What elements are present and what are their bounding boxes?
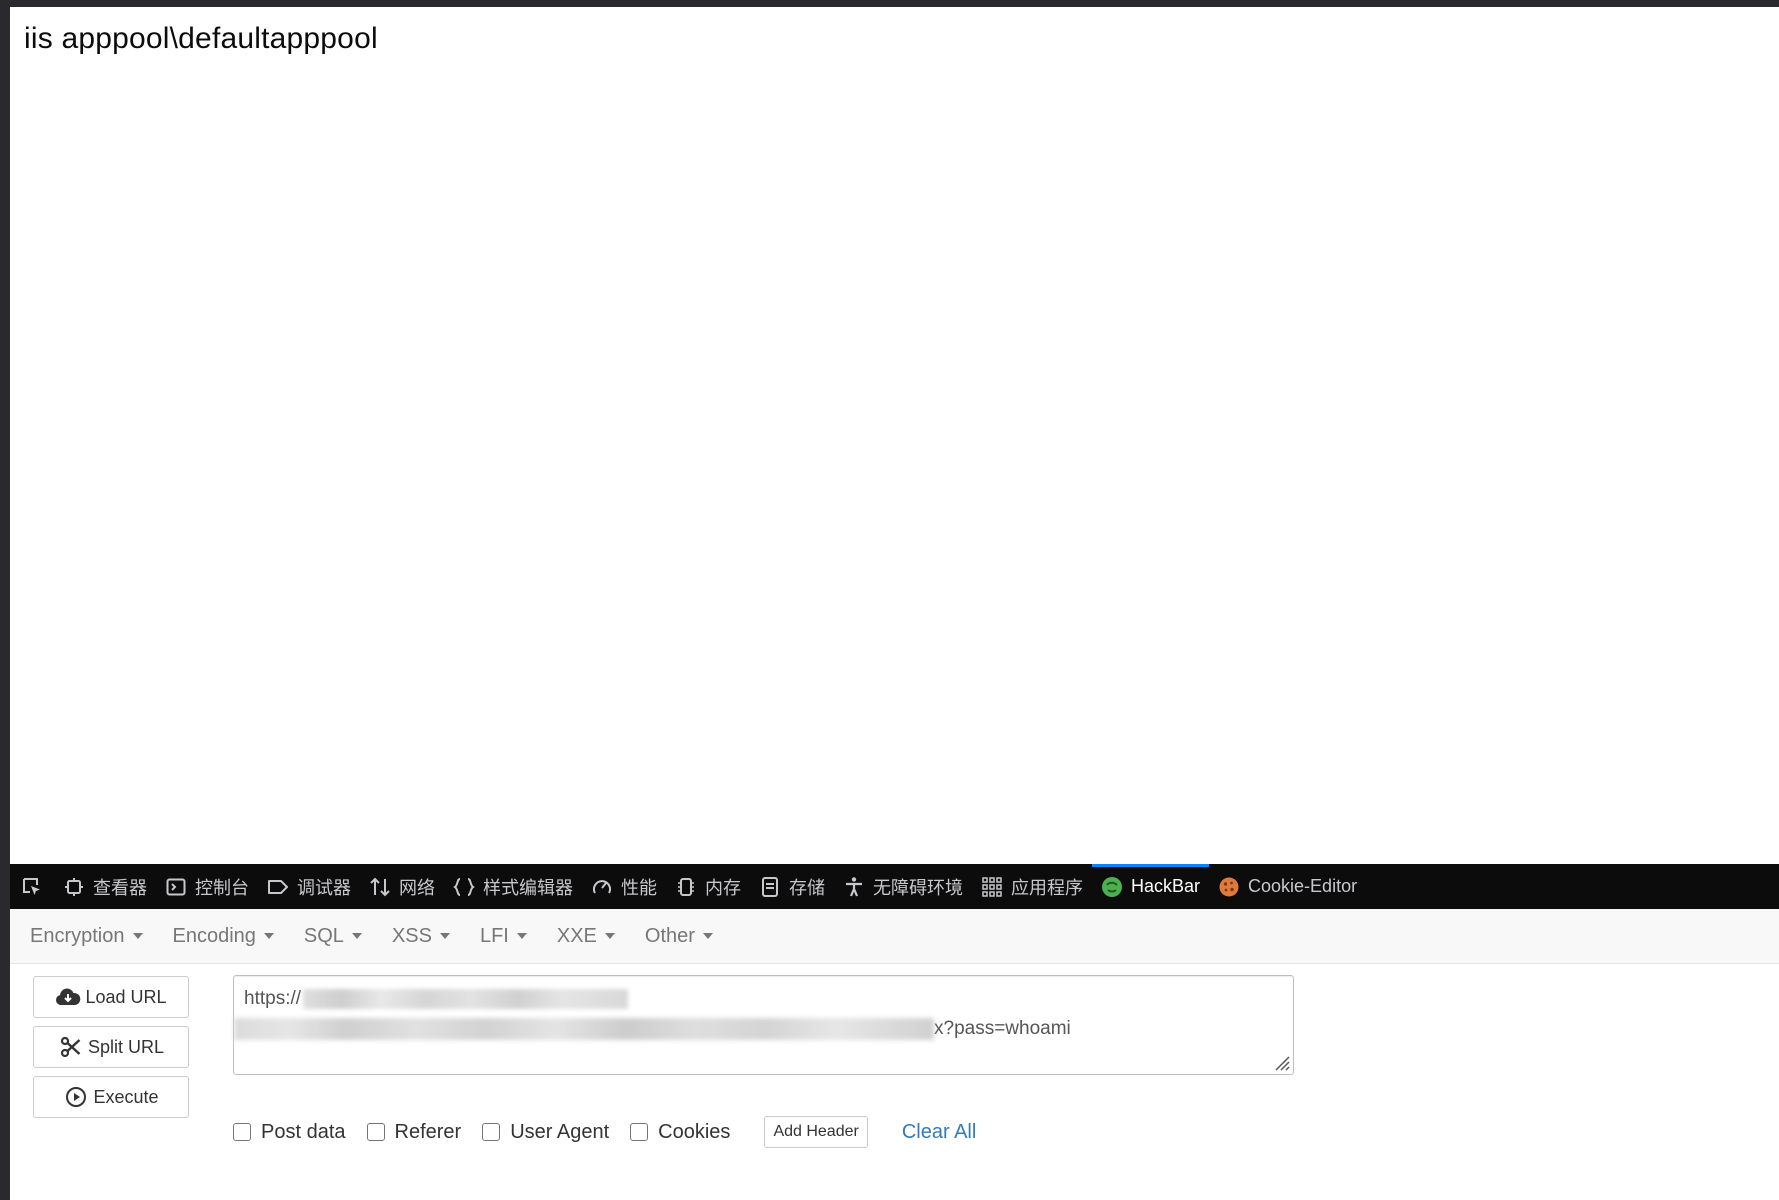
cookie-icon [1218, 876, 1240, 898]
tab-label: 查看器 [93, 877, 147, 898]
tab-hackbar[interactable]: HackBar [1092, 864, 1210, 909]
tab-label: 性能 [621, 877, 657, 898]
tab-label: Cookie-Editor [1248, 876, 1358, 896]
caret-down-icon [439, 933, 450, 939]
element-picker-icon [23, 877, 40, 895]
cloud-download-icon [55, 986, 81, 1008]
referer-checkbox[interactable]: Referer [366, 1121, 461, 1144]
checkbox-box[interactable] [630, 1123, 649, 1141]
window-top-border [0, 0, 1779, 7]
menu-lfi[interactable]: LFI [480, 925, 527, 948]
redacted-url-segment [234, 1018, 934, 1040]
devtools-toolbar: 查看器 控制台 调试器 网络 样式编辑器 性能 内存 存储 无障碍环境 应用程序… [10, 864, 1779, 909]
performance-icon [591, 876, 613, 898]
resize-grip-icon[interactable] [1272, 1053, 1290, 1071]
hackbar-action-buttons: Load URL Split URL Execute [33, 976, 189, 1126]
menu-xss[interactable]: XSS [392, 925, 450, 948]
application-icon [981, 876, 1003, 898]
tab-label: 应用程序 [1011, 877, 1083, 898]
tab-debugger[interactable]: 调试器 [258, 864, 360, 909]
scissors-icon [58, 1036, 84, 1058]
tab-inspector[interactable]: 查看器 [54, 864, 156, 909]
hackbar-options-row: Post data Referer User Agent Cookies Add… [233, 1116, 976, 1148]
window-left-border [0, 0, 10, 1200]
tab-label: 控制台 [195, 877, 249, 898]
tab-label: HackBar [1131, 876, 1201, 896]
tab-memory[interactable]: 内存 [666, 864, 750, 909]
hackbar-icon [1101, 876, 1123, 898]
debugger-icon [267, 876, 289, 898]
tab-console[interactable]: 控制台 [156, 864, 258, 909]
clear-all-link[interactable]: Clear All [902, 1121, 976, 1144]
menu-xxe[interactable]: XXE [557, 925, 615, 948]
tab-style-editor[interactable]: 样式编辑器 [444, 864, 582, 909]
caret-down-icon [702, 933, 713, 939]
caret-down-icon [351, 933, 362, 939]
menu-encryption[interactable]: Encryption [30, 925, 143, 948]
load-url-button[interactable]: Load URL [33, 976, 189, 1018]
storage-icon [759, 876, 781, 898]
hackbar-panel: Encryption Encoding SQL XSS LFI XXE Othe… [10, 909, 1779, 1200]
post-data-checkbox[interactable]: Post data [233, 1121, 346, 1144]
url-prefix: https:// [244, 988, 302, 1009]
redacted-url-segment [303, 989, 629, 1009]
menu-sql[interactable]: SQL [304, 925, 362, 948]
play-circle-icon [63, 1086, 89, 1108]
url-line-2: x?pass=whoami [234, 1018, 1071, 1040]
split-url-button[interactable]: Split URL [33, 1026, 189, 1068]
tab-cookie-editor[interactable]: Cookie-Editor [1209, 864, 1366, 909]
caret-down-icon [263, 933, 274, 939]
console-icon [165, 876, 187, 898]
tab-network[interactable]: 网络 [360, 864, 444, 909]
url-line-1: https:// [244, 988, 629, 1010]
checkbox-box[interactable] [366, 1123, 385, 1141]
tab-label: 存储 [789, 877, 825, 898]
tab-label: 调试器 [297, 877, 351, 898]
inspector-icon [63, 876, 85, 898]
caret-down-icon [604, 933, 615, 939]
tab-label: 样式编辑器 [483, 877, 573, 898]
element-picker-button[interactable] [10, 864, 54, 909]
accessibility-icon [843, 876, 865, 898]
url-textarea[interactable]: https:// x?pass=whoami [233, 975, 1294, 1075]
network-icon [369, 876, 391, 898]
tab-label: 网络 [399, 877, 435, 898]
tab-label: 内存 [705, 877, 741, 898]
execute-button[interactable]: Execute [33, 1076, 189, 1118]
tab-performance[interactable]: 性能 [582, 864, 666, 909]
tab-storage[interactable]: 存储 [750, 864, 834, 909]
memory-icon [675, 876, 697, 898]
checkbox-box[interactable] [233, 1123, 251, 1141]
caret-down-icon [516, 933, 527, 939]
style-editor-icon [453, 876, 475, 898]
user-agent-checkbox[interactable]: User Agent [482, 1121, 609, 1144]
menu-other[interactable]: Other [645, 925, 713, 948]
page-output-text: iis apppool\defaultapppool [24, 22, 378, 55]
url-suffix: x?pass=whoami [934, 1018, 1071, 1039]
tab-application[interactable]: 应用程序 [972, 864, 1092, 909]
caret-down-icon [132, 933, 143, 939]
add-header-button[interactable]: Add Header [764, 1116, 868, 1148]
menu-encoding[interactable]: Encoding [173, 925, 274, 948]
tab-accessibility[interactable]: 无障碍环境 [834, 864, 972, 909]
tab-label: 无障碍环境 [873, 877, 963, 898]
cookies-checkbox[interactable]: Cookies [630, 1121, 730, 1144]
hackbar-menu-bar: Encryption Encoding SQL XSS LFI XXE Othe… [10, 909, 1779, 964]
checkbox-box[interactable] [482, 1123, 501, 1141]
